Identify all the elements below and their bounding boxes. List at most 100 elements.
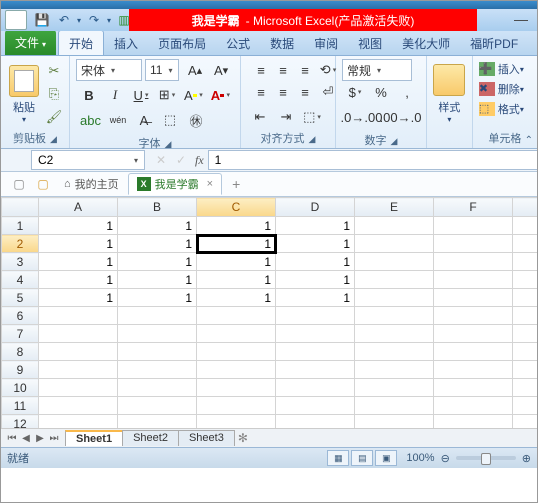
font-name-combo[interactable]: 宋体▾ (76, 59, 142, 81)
cell-G10[interactable] (513, 379, 538, 397)
cell-E1[interactable] (355, 217, 434, 235)
row-header-8[interactable]: 8 (2, 343, 39, 361)
cell-B4[interactable]: 1 (118, 271, 197, 289)
cell-A11[interactable] (39, 397, 118, 415)
cell-B6[interactable] (118, 307, 197, 325)
tab-review[interactable]: 审阅 (304, 31, 348, 55)
sheet-tab-Sheet2[interactable]: Sheet2 (122, 430, 179, 446)
tab-view[interactable]: 视图 (348, 31, 392, 55)
cell-B11[interactable] (118, 397, 197, 415)
indent-decrease-icon[interactable]: ⇤ (248, 106, 272, 128)
doctab-home[interactable]: ⌂我的主页 (55, 173, 128, 195)
cell-C9[interactable] (197, 361, 276, 379)
cell-B1[interactable]: 1 (118, 217, 197, 235)
cell-C4[interactable]: 1 (197, 271, 276, 289)
col-header-B[interactable]: B (118, 198, 197, 217)
tab-formulas[interactable]: 公式 (216, 31, 260, 55)
zoom-level[interactable]: 100% (406, 452, 434, 464)
cell-A4[interactable]: 1 (39, 271, 118, 289)
col-header-F[interactable]: F (434, 198, 513, 217)
styles-button[interactable]: 样式 ▾ (433, 59, 466, 129)
row-header-4[interactable]: 4 (2, 271, 39, 289)
cell-D2[interactable]: 1 (276, 235, 355, 253)
font-dialog[interactable]: ◢ (165, 139, 172, 149)
cell-F9[interactable] (434, 361, 513, 379)
formula-bar[interactable]: 1 (208, 150, 537, 170)
italic-button[interactable]: I (103, 84, 127, 106)
font-color-button[interactable]: A▾ (208, 84, 233, 106)
cell-E5[interactable] (355, 289, 434, 307)
border-button[interactable]: ⊞▾ (155, 84, 179, 106)
enter-formula-icon[interactable]: ✓ (171, 153, 191, 167)
zoom-slider[interactable] (456, 456, 516, 460)
cell-C10[interactable] (197, 379, 276, 397)
cell-F4[interactable] (434, 271, 513, 289)
redo-icon[interactable]: ↷ (86, 12, 102, 28)
enclosed-char-icon[interactable]: ㊡ (184, 109, 208, 131)
cell-F6[interactable] (434, 307, 513, 325)
doctab-open-icon[interactable]: ▢ (34, 176, 52, 192)
cell-A1[interactable]: 1 (39, 217, 118, 235)
cell-F2[interactable] (434, 235, 513, 253)
view-layout-icon[interactable]: ▤ (351, 450, 373, 466)
collapse-ribbon-icon[interactable]: ⌃ (525, 135, 533, 146)
grow-font-icon[interactable]: A▴ (183, 59, 207, 81)
doctab-current[interactable]: X我是学霸× (128, 173, 222, 195)
cell-A8[interactable] (39, 343, 118, 361)
cell-A2[interactable]: 1 (39, 235, 118, 253)
cell-B10[interactable] (118, 379, 197, 397)
tab-file[interactable]: 文件▾ (5, 30, 56, 55)
cell-B7[interactable] (118, 325, 197, 343)
zoom-in-icon[interactable]: ⊕ (522, 452, 531, 465)
col-header-A[interactable]: A (39, 198, 118, 217)
cell-C2[interactable]: 1 (197, 235, 276, 253)
cell-F10[interactable] (434, 379, 513, 397)
cell-D3[interactable]: 1 (276, 253, 355, 271)
cell-B2[interactable]: 1 (118, 235, 197, 253)
format-painter-icon[interactable]: 🖌 (45, 109, 63, 125)
tab-insert[interactable]: 插入 (104, 31, 148, 55)
decrease-decimal-icon[interactable]: .00→.0 (382, 106, 419, 128)
cell-B8[interactable] (118, 343, 197, 361)
row-header-11[interactable]: 11 (2, 397, 39, 415)
sheet-tab-Sheet3[interactable]: Sheet3 (178, 430, 235, 446)
cell-B9[interactable] (118, 361, 197, 379)
cell-D5[interactable]: 1 (276, 289, 355, 307)
shrink-font-icon[interactable]: A▾ (209, 59, 233, 81)
row-header-2[interactable]: 2 (2, 235, 39, 253)
row-header-6[interactable]: 6 (2, 307, 39, 325)
cell-D10[interactable] (276, 379, 355, 397)
cell-G11[interactable] (513, 397, 538, 415)
cell-G3[interactable] (513, 253, 538, 271)
tab-home[interactable]: 开始 (58, 30, 104, 55)
doctab-new-icon[interactable]: ▢ (10, 176, 28, 192)
undo-icon[interactable]: ↶ (56, 12, 72, 28)
cell-C8[interactable] (197, 343, 276, 361)
cell-D7[interactable] (276, 325, 355, 343)
cell-G8[interactable] (513, 343, 538, 361)
cell-D9[interactable] (276, 361, 355, 379)
cell-E9[interactable] (355, 361, 434, 379)
underline-button[interactable]: U▾ (129, 84, 153, 106)
col-header-D[interactable]: D (276, 198, 355, 217)
row-header-7[interactable]: 7 (2, 325, 39, 343)
cell-G5[interactable] (513, 289, 538, 307)
cell-G2[interactable] (513, 235, 538, 253)
sheet-tab-Sheet1[interactable]: Sheet1 (65, 430, 123, 446)
cell-F11[interactable] (434, 397, 513, 415)
view-pagebreak-icon[interactable]: ▣ (375, 450, 397, 466)
cell-F8[interactable] (434, 343, 513, 361)
cell-A9[interactable] (39, 361, 118, 379)
tab-data[interactable]: 数据 (260, 31, 304, 55)
copy-icon[interactable]: ⎘ (45, 86, 63, 102)
cell-E4[interactable] (355, 271, 434, 289)
redo-dropdown[interactable]: ▾ (107, 16, 111, 25)
align-dialog[interactable]: ◢ (309, 134, 316, 144)
format-cells-button[interactable]: ⬚格式 ▾ (479, 99, 531, 119)
col-header-G[interactable]: G (513, 198, 538, 217)
row-header-1[interactable]: 1 (2, 217, 39, 235)
cell-D4[interactable]: 1 (276, 271, 355, 289)
cell-F7[interactable] (434, 325, 513, 343)
view-normal-icon[interactable]: ▦ (327, 450, 349, 466)
sheet-first-icon[interactable]: ⏮ (5, 433, 19, 444)
